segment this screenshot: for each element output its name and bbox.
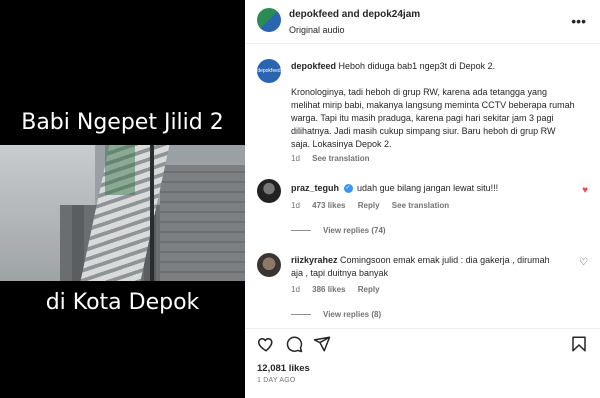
verified-icon: ✓ [343, 184, 353, 194]
bookmark-icon[interactable] [570, 335, 588, 353]
comment-text: praz_teguh ✓ udah gue bilang jangan lewa… [291, 182, 576, 195]
post-time: 1 DAY AGO [257, 377, 296, 384]
caption-meta: 1d See translation [291, 154, 380, 163]
caption-line1: Heboh diduga bab1 ngep3t di Depok 2. [338, 61, 496, 71]
caption-text: depokfeed Heboh diduga bab1 ngep3t di De… [291, 60, 576, 73]
see-translation-link[interactable]: See translation [392, 201, 449, 210]
comment-username[interactable]: riizkyrahez [291, 255, 338, 265]
comment-likes[interactable]: 386 likes [312, 285, 345, 294]
comment-meta: 1d 386 likes Reply [291, 285, 390, 294]
account-name[interactable]: depokfeed and depok24jam [289, 9, 420, 20]
post-panel: depokfeed and depok24jam Original audio … [245, 0, 600, 398]
caption-body: Kronologinya, tadi heboh di grup RW, kar… [291, 87, 575, 149]
caption-time: 1d [291, 154, 300, 163]
account-avatar[interactable] [257, 8, 281, 32]
view-replies-button[interactable]: View replies (74) [291, 226, 386, 235]
reply-button[interactable]: Reply [358, 285, 380, 294]
comments-list: depokfeed depokfeed Heboh diduga bab1 ng… [245, 45, 600, 328]
reel-video[interactable]: Babi Ngepet Jilid 2 di Kota Depok [0, 0, 245, 398]
caption-avatar[interactable]: depokfeed [257, 59, 281, 83]
reply-button[interactable]: Reply [358, 201, 380, 210]
video-title-bottom: di Kota Depok [45, 290, 200, 315]
comment-meta: 1d 473 likes Reply See translation [291, 201, 459, 210]
comment-time: 1d [291, 285, 300, 294]
comment-username[interactable]: praz_teguh [291, 183, 339, 193]
more-icon[interactable]: ••• [571, 14, 586, 28]
view-replies-button[interactable]: View replies (8) [291, 310, 381, 319]
comment-avatar[interactable] [257, 253, 281, 277]
audio-label[interactable]: Original audio [289, 25, 345, 35]
comment-time: 1d [291, 201, 300, 210]
comment-text: riizkyrahez Comingsoon emak emak julid :… [291, 254, 561, 280]
comment-likes[interactable]: 473 likes [312, 201, 345, 210]
comment-body: udah gue bilang jangan lewat situ!!! [357, 183, 499, 193]
likes-count[interactable]: 12,081 likes [257, 363, 310, 374]
video-title-top: Babi Ngepet Jilid 2 [21, 110, 224, 135]
comment-avatar[interactable] [257, 179, 281, 203]
cctv-footage [0, 145, 245, 281]
caption-username[interactable]: depokfeed [291, 61, 336, 71]
heart-outline-icon[interactable] [257, 335, 275, 353]
post-header: depokfeed and depok24jam Original audio … [245, 0, 600, 44]
comment-icon[interactable] [285, 335, 303, 353]
share-icon[interactable] [313, 335, 331, 353]
action-bar: 12,081 likes 1 DAY AGO [245, 328, 600, 398]
see-translation-link[interactable]: See translation [312, 154, 369, 163]
comment-heart-icon[interactable]: ♡ [579, 258, 588, 268]
comment-heart-icon[interactable]: ♥ [582, 186, 588, 196]
